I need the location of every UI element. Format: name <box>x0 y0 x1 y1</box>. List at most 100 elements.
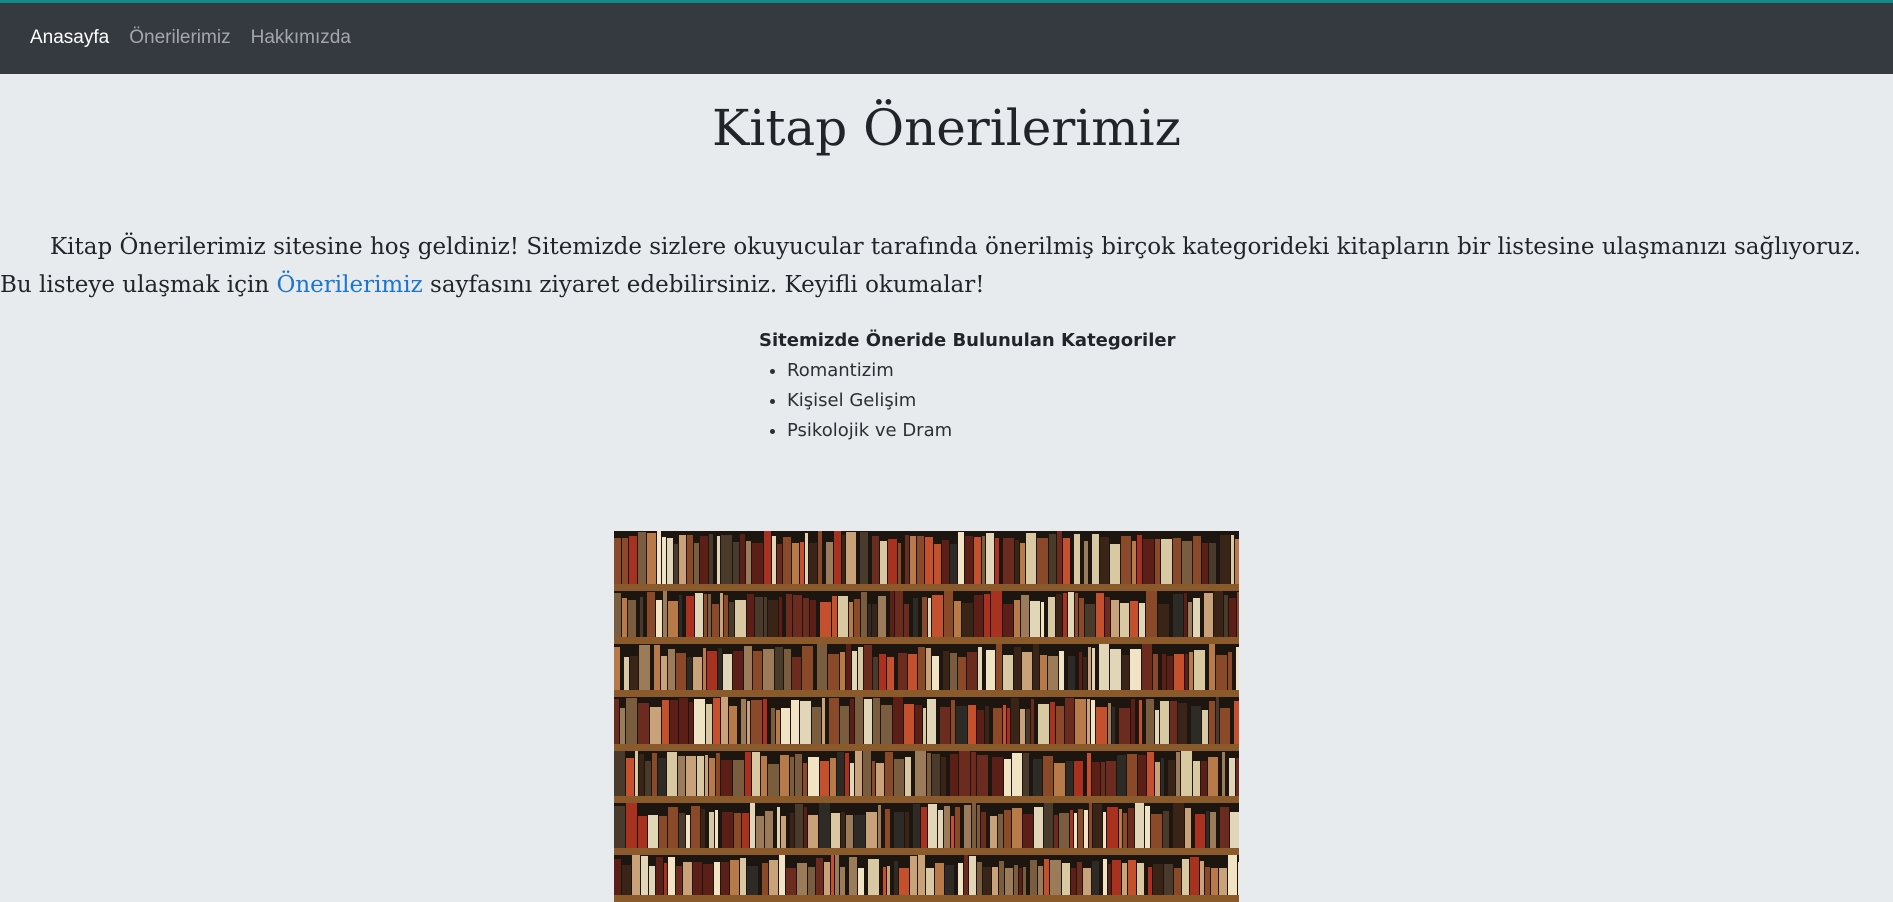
book-spine <box>983 867 991 895</box>
book-spine <box>1003 538 1014 584</box>
book-spine <box>868 859 879 895</box>
book-spine <box>790 757 794 796</box>
book-spine <box>622 538 628 584</box>
intro-link-onerilerimiz[interactable]: Önerilerimiz <box>276 272 422 298</box>
book-spine <box>733 542 739 584</box>
book-spine <box>840 706 849 744</box>
book-spine <box>1128 808 1134 848</box>
nav-link-hakkimizda[interactable]: Hakkımızda <box>251 27 351 49</box>
book-spine <box>1059 813 1069 848</box>
nav-link-anasayfa[interactable]: Anasayfa <box>30 27 109 49</box>
book-spine <box>1099 644 1109 690</box>
book-spine <box>809 543 817 584</box>
book-spine <box>992 867 998 895</box>
book-spine <box>985 706 989 744</box>
book-spine <box>1210 812 1216 848</box>
book-spine <box>756 816 764 848</box>
book-spine <box>741 699 746 744</box>
book-spine <box>1153 654 1158 690</box>
book-spine <box>1075 593 1078 637</box>
book-spine <box>697 756 704 796</box>
book-spine <box>650 707 661 744</box>
book-spine <box>1022 652 1032 690</box>
book-spine <box>777 544 782 584</box>
book-spine <box>1100 537 1109 584</box>
book-spine <box>1026 709 1030 744</box>
book-spine <box>1161 758 1164 796</box>
book-spine <box>918 855 925 895</box>
book-spine <box>1220 708 1230 744</box>
book-spine <box>928 804 937 848</box>
book-spine <box>1088 647 1091 690</box>
book-spine <box>950 544 957 584</box>
book-spine <box>1034 807 1043 848</box>
book-spine <box>1087 753 1091 796</box>
book-spine <box>614 859 621 895</box>
book-spine <box>977 710 984 744</box>
book-spine <box>1037 538 1048 584</box>
book-spine <box>721 535 732 584</box>
book-spine <box>1222 752 1225 796</box>
book-spine <box>763 699 767 744</box>
book-spine <box>1110 649 1121 690</box>
book-spine <box>694 699 705 744</box>
book-spine <box>709 758 715 796</box>
book-spine <box>864 699 872 744</box>
book-spine <box>808 815 818 848</box>
book-spine <box>735 600 746 637</box>
book-spine <box>840 867 845 895</box>
book-spine <box>841 812 845 848</box>
book-spine <box>1048 597 1055 637</box>
book-spine <box>1054 815 1058 848</box>
book-spine <box>784 649 791 690</box>
book-spine <box>1174 654 1184 690</box>
book-spine <box>724 595 728 637</box>
book-spine <box>721 760 732 796</box>
book-spine <box>1030 601 1040 637</box>
book-spine <box>858 647 863 690</box>
book-spine <box>693 862 702 895</box>
book-spine <box>628 600 636 637</box>
book-spine <box>918 647 925 690</box>
book-spine <box>846 644 851 690</box>
book-spine <box>1012 808 1022 848</box>
book-spine <box>635 751 638 796</box>
book-spine <box>667 538 673 584</box>
book-spine <box>1063 538 1070 584</box>
book-spine <box>818 531 822 584</box>
book-spine <box>1054 763 1065 796</box>
book-spine <box>866 812 877 848</box>
book-spine <box>977 862 982 895</box>
book-spine <box>783 537 791 584</box>
book-spine <box>879 654 886 690</box>
book-spine <box>1084 810 1088 848</box>
book-spine <box>1107 807 1118 848</box>
book-spine <box>1173 594 1183 637</box>
book-spine <box>1184 593 1187 637</box>
book-spine <box>1106 761 1116 796</box>
book-spine <box>1161 539 1172 584</box>
book-spine <box>1023 814 1033 848</box>
book-spine <box>670 700 678 744</box>
book-spine <box>881 705 892 744</box>
book-spine <box>864 645 872 690</box>
nav-link-onerilerimiz[interactable]: Önerilerimiz <box>129 27 230 49</box>
book-spine <box>626 698 637 744</box>
book-spine <box>968 705 976 744</box>
book-spine <box>1111 600 1119 637</box>
book-spine <box>1219 868 1227 895</box>
book-spine <box>971 752 976 796</box>
category-item: Kişisel Gelişim <box>787 386 1175 416</box>
book-spine <box>712 604 719 637</box>
book-spine <box>648 815 658 848</box>
book-spine <box>1168 760 1175 796</box>
book-spine <box>1005 868 1013 895</box>
book-spine <box>1155 539 1160 584</box>
book-spine <box>986 533 994 584</box>
book-spine <box>1083 868 1091 895</box>
book-spine <box>747 701 750 744</box>
book-spine <box>958 863 963 895</box>
book-spine <box>645 761 651 796</box>
book-spine <box>753 651 762 690</box>
book-spine <box>1122 655 1129 690</box>
